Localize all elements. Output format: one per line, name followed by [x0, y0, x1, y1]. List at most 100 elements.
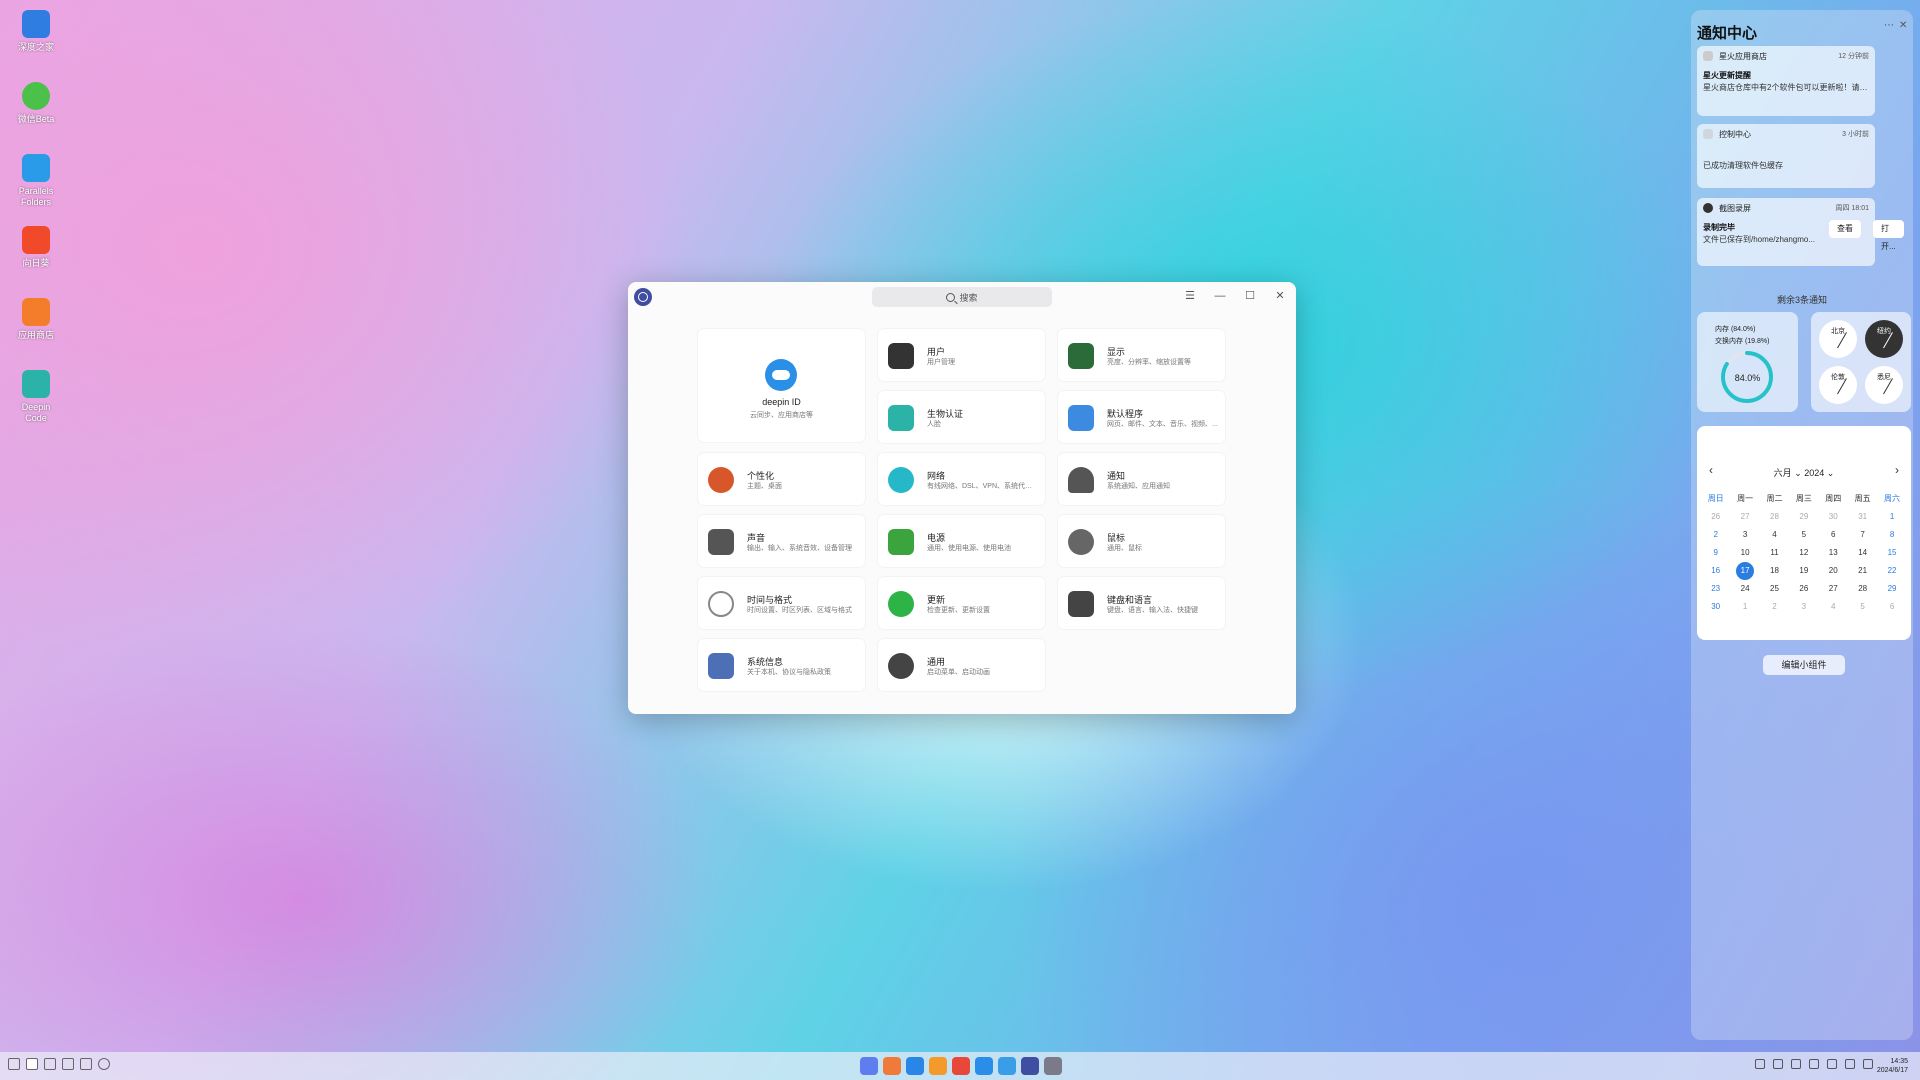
calendar-day[interactable]: 16 — [1701, 562, 1730, 580]
card-deepin-id[interactable]: deepin ID 云同步、应用商店等 — [698, 329, 865, 442]
calendar-day[interactable]: 27 — [1730, 508, 1759, 526]
calendar-day[interactable]: 12 — [1789, 544, 1818, 562]
card-notification[interactable]: 通知 系统通知、应用通知 — [1058, 453, 1225, 505]
card-update[interactable]: 更新 检查更新、更新设置 — [878, 577, 1045, 629]
workspace-2-icon[interactable] — [44, 1058, 56, 1070]
calendar-day[interactable]: 20 — [1819, 562, 1848, 580]
calendar-day[interactable]: 28 — [1848, 580, 1877, 598]
calendar-day[interactable]: 2 — [1701, 526, 1730, 544]
next-month-icon[interactable]: › — [1895, 463, 1899, 477]
card-personalization[interactable]: 个性化 主题、桌面 — [698, 453, 865, 505]
more-icon[interactable]: ⋯ — [1884, 20, 1894, 31]
calendar-day[interactable]: 9 — [1701, 544, 1730, 562]
calendar-day[interactable]: 22 — [1877, 562, 1906, 580]
pen-tray-icon[interactable] — [1791, 1059, 1801, 1069]
calendar-day[interactable]: 30 — [1701, 598, 1730, 616]
search-input[interactable]: 搜索 — [872, 287, 1052, 307]
maximize-button[interactable]: ☐ — [1242, 288, 1258, 304]
calendar-month-year[interactable]: 六月 ⌄ 2024 ⌄ — [1697, 466, 1911, 479]
calendar-day[interactable]: 11 — [1760, 544, 1789, 562]
calendar-day[interactable]: 1 — [1877, 508, 1906, 526]
edit-widgets-button[interactable]: 编辑小组件 — [1763, 655, 1845, 675]
calendar-day[interactable]: 6 — [1877, 598, 1906, 616]
calendar-day[interactable]: 4 — [1760, 526, 1789, 544]
calendar-day[interactable]: 14 — [1848, 544, 1877, 562]
card-time-format[interactable]: 时间与格式 时间设置、时区列表、区域与格式 — [698, 577, 865, 629]
card-system-info[interactable]: 系统信息 关于本机、协议与隐私政策 — [698, 639, 865, 691]
dock-app-icon-6[interactable] — [998, 1057, 1016, 1075]
calendar-day[interactable]: 13 — [1819, 544, 1848, 562]
calendar-day[interactable]: 23 — [1701, 580, 1730, 598]
calendar-day[interactable]: 17 — [1736, 562, 1755, 580]
desktop-icon-5[interactable]: Deepin Code — [10, 370, 62, 438]
card-sound[interactable]: 声音 输出、输入、系统音效、设备管理 — [698, 515, 865, 567]
keyboard-tray-icon[interactable] — [1755, 1059, 1765, 1069]
remaining-notifications[interactable]: 剩余3条通知 — [1691, 293, 1913, 306]
calendar-month[interactable]: 六月 — [1774, 468, 1792, 478]
calendar-day[interactable]: 21 — [1848, 562, 1877, 580]
calendar-day[interactable]: 3 — [1730, 526, 1759, 544]
desktop-icon-2[interactable]: Parallels Folders — [10, 154, 62, 222]
notification-item[interactable]: 控制中心 3 小时前 已成功清理软件包缓存 — [1697, 124, 1875, 188]
close-button[interactable]: ✕ — [1272, 288, 1288, 304]
dock-app-icon-3[interactable] — [929, 1057, 947, 1075]
calendar-day[interactable]: 2 — [1760, 598, 1789, 616]
dock-app-icon-4[interactable] — [952, 1057, 970, 1075]
calendar-day[interactable]: 10 — [1730, 544, 1759, 562]
workspace-1-icon[interactable] — [26, 1058, 38, 1070]
workspace-4-icon[interactable] — [80, 1058, 92, 1070]
card-power[interactable]: 电源 通用、使用电源、使用电池 — [878, 515, 1045, 567]
search-taskbar-icon[interactable] — [98, 1058, 110, 1070]
card-mouse[interactable]: 鼠标 通用、鼠标 — [1058, 515, 1225, 567]
calendar-day[interactable]: 7 — [1848, 526, 1877, 544]
calendar-day[interactable]: 29 — [1789, 508, 1818, 526]
calendar-day[interactable]: 26 — [1789, 580, 1818, 598]
taskbar-clock[interactable]: 14:35 2024/6/17 — [1877, 1057, 1908, 1075]
calendar-day[interactable]: 18 — [1760, 562, 1789, 580]
dock-app-icon-1[interactable] — [883, 1057, 901, 1075]
desktop-icon-4[interactable]: 应用商店 — [10, 298, 62, 366]
card-network[interactable]: 网络 有线网络、DSL、VPN、系统代理、... — [878, 453, 1045, 505]
card-display[interactable]: 显示 亮度、分辨率、缩放设置等 — [1058, 329, 1225, 381]
calendar-day[interactable]: 3 — [1789, 598, 1818, 616]
minimize-button[interactable]: — — [1212, 288, 1228, 304]
desktop-icon-1[interactable]: 微信Beta — [10, 82, 62, 150]
calendar-day[interactable]: 8 — [1877, 526, 1906, 544]
calendar-day[interactable]: 24 — [1730, 580, 1759, 598]
view-button[interactable]: 查看 — [1829, 220, 1861, 238]
calendar-day[interactable]: 31 — [1848, 508, 1877, 526]
calendar-day[interactable]: 25 — [1760, 580, 1789, 598]
dock-app-icon-8[interactable] — [1044, 1057, 1062, 1075]
settings-tray-icon[interactable] — [1773, 1059, 1783, 1069]
calendar-day[interactable]: 29 — [1877, 580, 1906, 598]
desktop-icon-3[interactable]: 向日葵 — [10, 226, 62, 294]
card-default-apps[interactable]: 默认程序 网页、邮件、文本、音乐、视频、... — [1058, 391, 1225, 443]
notification-item[interactable]: 星火应用商店 12 分钟前 星火更新提醒 星火商店仓库中有2个软件包可以更新啦！… — [1697, 46, 1875, 116]
notification-item[interactable]: 截图录屏 周四 18:01 录制完毕 文件已保存到/home/zhangmo..… — [1697, 198, 1904, 266]
calendar-day[interactable]: 1 — [1730, 598, 1759, 616]
dock-app-icon-5[interactable] — [975, 1057, 993, 1075]
calendar-day[interactable]: 26 — [1701, 508, 1730, 526]
power-tray-icon[interactable] — [1863, 1059, 1873, 1069]
notification-tray-icon[interactable] — [1827, 1059, 1837, 1069]
open-button[interactable]: 打开... — [1873, 220, 1904, 251]
calendar-day[interactable]: 5 — [1789, 526, 1818, 544]
network-tray-icon[interactable] — [1845, 1059, 1855, 1069]
calendar-day[interactable]: 6 — [1819, 526, 1848, 544]
menu-icon[interactable]: ☰ — [1182, 288, 1198, 304]
workspace-3-icon[interactable] — [62, 1058, 74, 1070]
card-users[interactable]: 用户 用户管理 — [878, 329, 1045, 381]
calendar-day[interactable]: 5 — [1848, 598, 1877, 616]
calendar-day[interactable]: 27 — [1819, 580, 1848, 598]
card-general[interactable]: 通用 启动菜单、启动动画 — [878, 639, 1045, 691]
calendar-day[interactable]: 28 — [1760, 508, 1789, 526]
calendar-day[interactable]: 19 — [1789, 562, 1818, 580]
calendar-day[interactable]: 15 — [1877, 544, 1906, 562]
dock-app-icon-7[interactable] — [1021, 1057, 1039, 1075]
battery-tray-icon[interactable] — [1809, 1059, 1819, 1069]
card-biometric[interactable]: 生物认证 人脸 — [878, 391, 1045, 443]
calendar-day[interactable]: 30 — [1819, 508, 1848, 526]
card-keyboard[interactable]: 键盘和语言 键盘、语言、输入法、快捷键 — [1058, 577, 1225, 629]
calendar-day[interactable]: 4 — [1819, 598, 1848, 616]
calendar-year[interactable]: 2024 — [1804, 468, 1824, 478]
